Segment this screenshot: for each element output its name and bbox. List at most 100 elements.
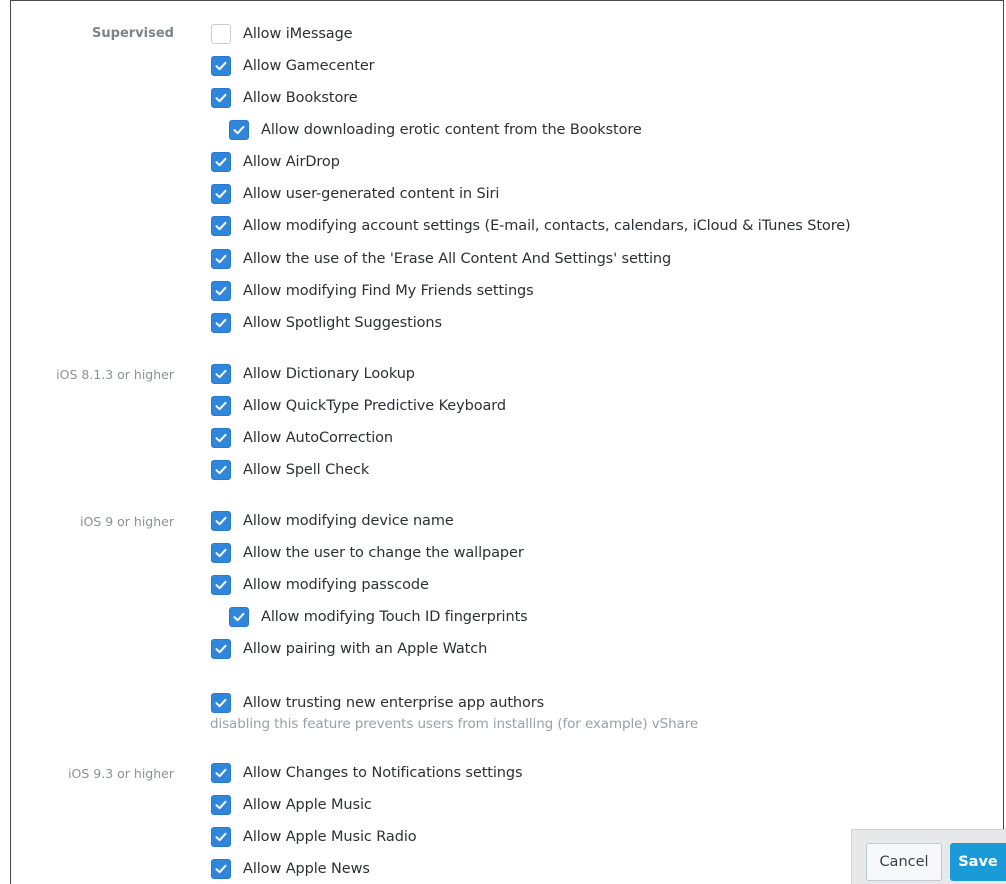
checkmark-icon <box>233 125 245 135</box>
option-apple-music[interactable]: Allow Apple Music <box>211 794 372 816</box>
option-label: Allow Changes to Notifications settings <box>243 765 523 781</box>
option-label: Allow Bookstore <box>243 90 358 106</box>
option-label: Allow downloading erotic content from th… <box>261 122 642 138</box>
checkbox-checked[interactable] <box>229 120 249 140</box>
checkmark-icon <box>233 612 245 622</box>
checkbox-checked[interactable] <box>211 428 231 448</box>
checkbox-checked[interactable] <box>211 184 231 204</box>
checkbox-checked[interactable] <box>211 152 231 172</box>
checkbox-checked[interactable] <box>211 763 231 783</box>
option-label: Allow Spell Check <box>243 462 370 478</box>
checkbox-checked[interactable] <box>211 859 231 879</box>
option-autocorrection[interactable]: Allow AutoCorrection <box>211 427 393 449</box>
section-label-ios-9-3: iOS 9.3 or higher <box>68 766 174 781</box>
option-wallpaper[interactable]: Allow the user to change the wallpaper <box>211 542 524 564</box>
option-dictionary[interactable]: Allow Dictionary Lookup <box>211 363 415 385</box>
option-notifications[interactable]: Allow Changes to Notifications settings <box>211 762 523 784</box>
option-label: Allow Gamecenter <box>243 58 375 74</box>
checkbox-checked[interactable] <box>211 249 231 269</box>
checkmark-icon <box>215 768 227 778</box>
checkbox-checked[interactable] <box>211 313 231 333</box>
option-label: Allow Dictionary Lookup <box>243 366 415 382</box>
option-bookstore-erotic[interactable]: Allow downloading erotic content from th… <box>229 119 642 141</box>
option-label: Allow modifying device name <box>243 513 454 529</box>
save-button[interactable]: Save <box>950 843 1006 881</box>
checkmark-icon <box>215 318 227 328</box>
option-quicktype[interactable]: Allow QuickType Predictive Keyboard <box>211 395 506 417</box>
option-label: Allow AirDrop <box>243 154 340 170</box>
option-enterprise-trust[interactable]: Allow trusting new enterprise app author… <box>211 692 544 714</box>
checkbox-checked[interactable] <box>211 364 231 384</box>
checkbox-checked[interactable] <box>211 56 231 76</box>
option-label: Allow Apple Music Radio <box>243 829 417 845</box>
option-spotlight[interactable]: Allow Spotlight Suggestions <box>211 312 442 334</box>
checkmark-icon <box>215 254 227 264</box>
option-label: Allow trusting new enterprise app author… <box>243 695 545 711</box>
option-label: Allow modifying account settings (E-mail… <box>243 218 851 234</box>
option-passcode[interactable]: Allow modifying passcode <box>211 574 429 596</box>
cancel-button[interactable]: Cancel <box>866 843 942 881</box>
checkbox-unchecked[interactable] <box>211 24 231 44</box>
checkmark-icon <box>215 433 227 443</box>
checkbox-checked[interactable] <box>211 575 231 595</box>
checkbox-checked[interactable] <box>211 639 231 659</box>
option-gamecenter[interactable]: Allow Gamecenter <box>211 55 375 77</box>
checkmark-icon <box>215 93 227 103</box>
checkmark-icon <box>215 864 227 874</box>
enterprise-trust-hint: disabling this feature prevents users fr… <box>210 716 699 732</box>
option-apple-music-radio[interactable]: Allow Apple Music Radio <box>211 826 417 848</box>
option-label: Allow the user to change the wallpaper <box>243 545 524 561</box>
option-spellcheck[interactable]: Allow Spell Check <box>211 459 369 481</box>
option-airdrop[interactable]: Allow AirDrop <box>211 151 340 173</box>
checkbox-checked[interactable] <box>211 543 231 563</box>
option-label: Allow Spotlight Suggestions <box>243 315 442 331</box>
option-account-settings[interactable]: Allow modifying account settings (E-mail… <box>211 215 851 237</box>
checkmark-icon <box>215 221 227 231</box>
checkbox-checked[interactable] <box>211 88 231 108</box>
section-label-ios-8-1-3: iOS 8.1.3 or higher <box>56 367 174 382</box>
option-bookstore[interactable]: Allow Bookstore <box>211 87 358 109</box>
checkmark-icon <box>215 698 227 708</box>
checkmark-icon <box>215 516 227 526</box>
checkmark-icon <box>215 189 227 199</box>
option-apple-news[interactable]: Allow Apple News <box>211 858 370 880</box>
checkmark-icon <box>215 157 227 167</box>
checkmark-icon <box>215 369 227 379</box>
checkmark-icon <box>215 286 227 296</box>
checkmark-icon <box>215 401 227 411</box>
checkbox-checked[interactable] <box>211 511 231 531</box>
checkbox-checked[interactable] <box>211 827 231 847</box>
option-label: Allow AutoCorrection <box>243 430 393 446</box>
checkbox-checked[interactable] <box>229 607 249 627</box>
option-label: Allow Apple News <box>243 861 370 877</box>
option-label: Allow user-generated content in Siri <box>243 186 500 202</box>
option-apple-watch[interactable]: Allow pairing with an Apple Watch <box>211 638 487 660</box>
section-label-ios-9: iOS 9 or higher <box>80 514 174 529</box>
checkbox-checked[interactable] <box>211 281 231 301</box>
option-touch-id[interactable]: Allow modifying Touch ID fingerprints <box>229 606 528 628</box>
option-erase-all[interactable]: Allow the use of the 'Erase All Content … <box>211 248 671 270</box>
option-label: Allow pairing with an Apple Watch <box>243 641 488 657</box>
checkmark-icon <box>215 800 227 810</box>
checkbox-checked[interactable] <box>211 216 231 236</box>
option-device-name[interactable]: Allow modifying device name <box>211 510 454 532</box>
checkbox-checked[interactable] <box>211 396 231 416</box>
option-find-friends[interactable]: Allow modifying Find My Friends settings <box>211 280 534 302</box>
option-label: Allow the use of the 'Erase All Content … <box>243 251 672 267</box>
option-siri-ugc[interactable]: Allow user-generated content in Siri <box>211 183 499 205</box>
option-label: Allow iMessage <box>243 26 353 42</box>
option-imessage[interactable]: Allow iMessage <box>211 23 353 45</box>
checkmark-icon <box>215 61 227 71</box>
option-label: Allow modifying Find My Friends settings <box>243 283 534 299</box>
checkmark-icon <box>215 644 227 654</box>
checkmark-icon <box>215 832 227 842</box>
option-label: Allow modifying Touch ID fingerprints <box>261 609 528 625</box>
option-label: Allow QuickType Predictive Keyboard <box>243 398 506 414</box>
checkmark-icon <box>215 548 227 558</box>
checkbox-checked[interactable] <box>211 693 231 713</box>
checkmark-icon <box>215 465 227 475</box>
option-label: Allow Apple Music <box>243 797 372 813</box>
checkbox-checked[interactable] <box>211 460 231 480</box>
checkbox-checked[interactable] <box>211 795 231 815</box>
checkmark-icon <box>215 580 227 590</box>
